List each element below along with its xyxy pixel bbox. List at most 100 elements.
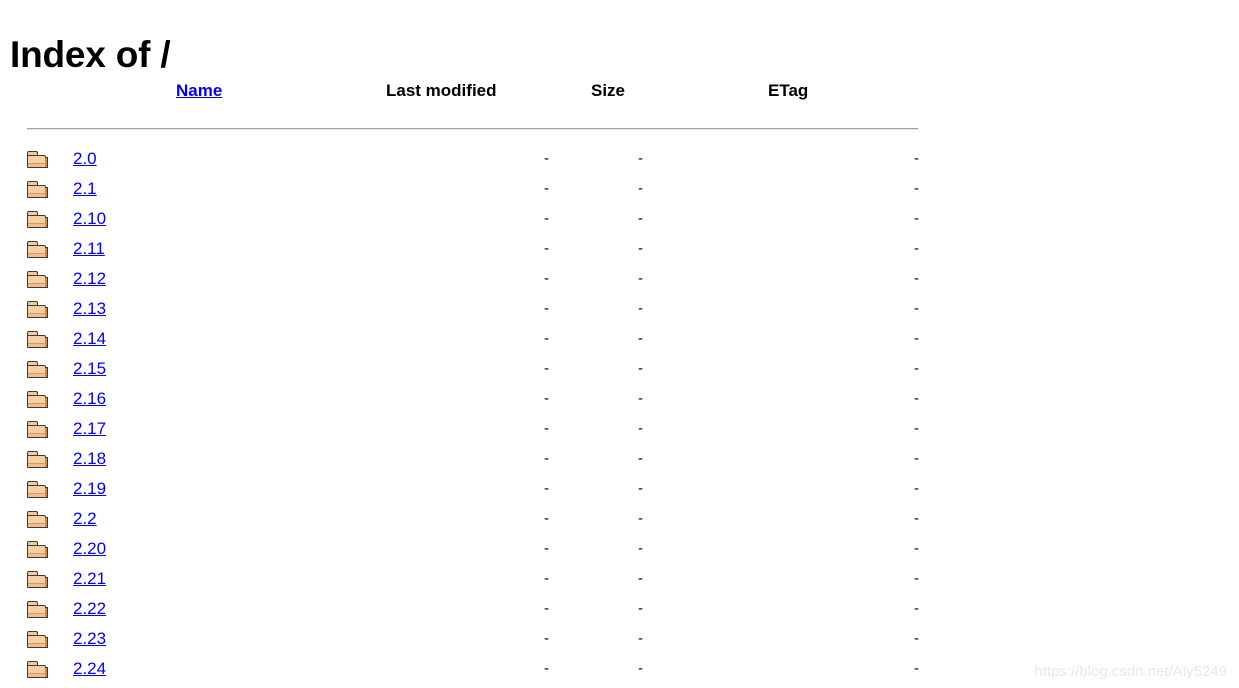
folder-icon (27, 481, 48, 498)
table-row: 2.2 - - - (0, 506, 1239, 536)
folder-icon (27, 451, 48, 468)
folder-icon (27, 541, 48, 558)
cell-last-modified: - (544, 660, 549, 677)
watermark: https://blog.csdn.net/Aiy5249 (1034, 663, 1227, 680)
cell-last-modified: - (544, 300, 549, 317)
cell-etag: - (914, 600, 919, 617)
cell-etag: - (914, 150, 919, 167)
directory-link[interactable]: 2.2 (73, 506, 97, 532)
directory-link[interactable]: 2.22 (73, 596, 106, 622)
column-header-last-modified: Last modified (386, 81, 497, 100)
cell-last-modified: - (544, 240, 549, 257)
folder-icon (27, 181, 48, 198)
cell-size: - (638, 330, 643, 347)
table-row: 2.10 - - - (0, 206, 1239, 236)
cell-size: - (638, 600, 643, 617)
header-divider (27, 128, 918, 130)
table-body: 2.0 - - - 2.1 - - - 2.10 - - - 2.11 - - - 2.12 - - - 2.13 - - -… (0, 146, 1239, 686)
cell-size: - (638, 510, 643, 527)
directory-link[interactable]: 2.17 (73, 416, 106, 442)
folder-icon (27, 331, 48, 348)
directory-link[interactable]: 2.1 (73, 176, 97, 202)
directory-link[interactable]: 2.20 (73, 536, 106, 562)
cell-size: - (638, 270, 643, 287)
cell-etag: - (914, 180, 919, 197)
cell-etag: - (914, 270, 919, 287)
folder-icon (27, 601, 48, 618)
cell-last-modified: - (544, 330, 549, 347)
cell-size: - (638, 660, 643, 677)
cell-etag: - (914, 300, 919, 317)
folder-icon (27, 631, 48, 648)
directory-link[interactable]: 2.14 (73, 326, 106, 352)
directory-link[interactable]: 2.18 (73, 446, 106, 472)
cell-etag: - (914, 330, 919, 347)
table-row: 2.13 - - - (0, 296, 1239, 326)
cell-last-modified: - (544, 420, 549, 437)
directory-link[interactable]: 2.11 (73, 236, 105, 262)
table-row: 2.12 - - - (0, 266, 1239, 296)
cell-size: - (638, 540, 643, 557)
table-row: 2.15 - - - (0, 356, 1239, 386)
cell-last-modified: - (544, 180, 549, 197)
cell-last-modified: - (544, 570, 549, 587)
table-row: 2.20 - - - (0, 536, 1239, 566)
table-row: 2.18 - - - (0, 446, 1239, 476)
cell-last-modified: - (544, 360, 549, 377)
directory-link[interactable]: 2.24 (73, 656, 106, 682)
directory-link[interactable]: 2.21 (73, 566, 106, 592)
cell-last-modified: - (544, 540, 549, 557)
cell-size: - (638, 420, 643, 437)
cell-etag: - (914, 210, 919, 227)
directory-link[interactable]: 2.13 (73, 296, 106, 322)
folder-icon (27, 271, 48, 288)
cell-last-modified: - (544, 450, 549, 467)
column-header-etag: ETag (768, 81, 809, 100)
folder-icon (27, 241, 48, 258)
cell-size: - (638, 360, 643, 377)
cell-etag: - (914, 450, 919, 467)
table-row: 2.19 - - - (0, 476, 1239, 506)
cell-etag: - (914, 240, 919, 257)
cell-size: - (638, 150, 643, 167)
table-row: 2.22 - - - (0, 596, 1239, 626)
cell-last-modified: - (544, 600, 549, 617)
column-header-name[interactable]: Name (176, 78, 222, 104)
folder-icon (27, 511, 48, 528)
directory-listing: Name Last modified Size ETag 2.0 - - - 2.1 - -… (0, 78, 1239, 678)
directory-link[interactable]: 2.15 (73, 356, 106, 382)
folder-icon (27, 361, 48, 378)
table-row: 2.14 - - - (0, 326, 1239, 356)
cell-size: - (638, 630, 643, 647)
cell-etag: - (914, 540, 919, 557)
folder-icon (27, 661, 48, 678)
directory-link[interactable]: 2.19 (73, 476, 106, 502)
directory-link[interactable]: 2.23 (73, 626, 106, 652)
table-row: 2.0 - - - (0, 146, 1239, 176)
cell-last-modified: - (544, 480, 549, 497)
table-row: 2.11 - - - (0, 236, 1239, 266)
folder-icon (27, 151, 48, 168)
column-header-size: Size (591, 81, 626, 100)
directory-link[interactable]: 2.0 (73, 146, 97, 172)
cell-etag: - (914, 420, 919, 437)
table-row: 2.1 - - - (0, 176, 1239, 206)
folder-icon (27, 211, 48, 228)
cell-last-modified: - (544, 390, 549, 407)
cell-etag: - (914, 570, 919, 587)
cell-etag: - (914, 480, 919, 497)
cell-size: - (638, 450, 643, 467)
cell-etag: - (914, 360, 919, 377)
cell-size: - (638, 240, 643, 257)
folder-icon (27, 571, 48, 588)
folder-icon (27, 421, 48, 438)
directory-link[interactable]: 2.12 (73, 266, 106, 292)
directory-link[interactable]: 2.16 (73, 386, 106, 412)
page-title: Index of / (10, 33, 171, 75)
directory-link[interactable]: 2.10 (73, 206, 106, 232)
cell-size: - (638, 300, 643, 317)
table-row: 2.16 - - - (0, 386, 1239, 416)
cell-size: - (638, 480, 643, 497)
cell-size: - (638, 180, 643, 197)
cell-etag: - (914, 510, 919, 527)
